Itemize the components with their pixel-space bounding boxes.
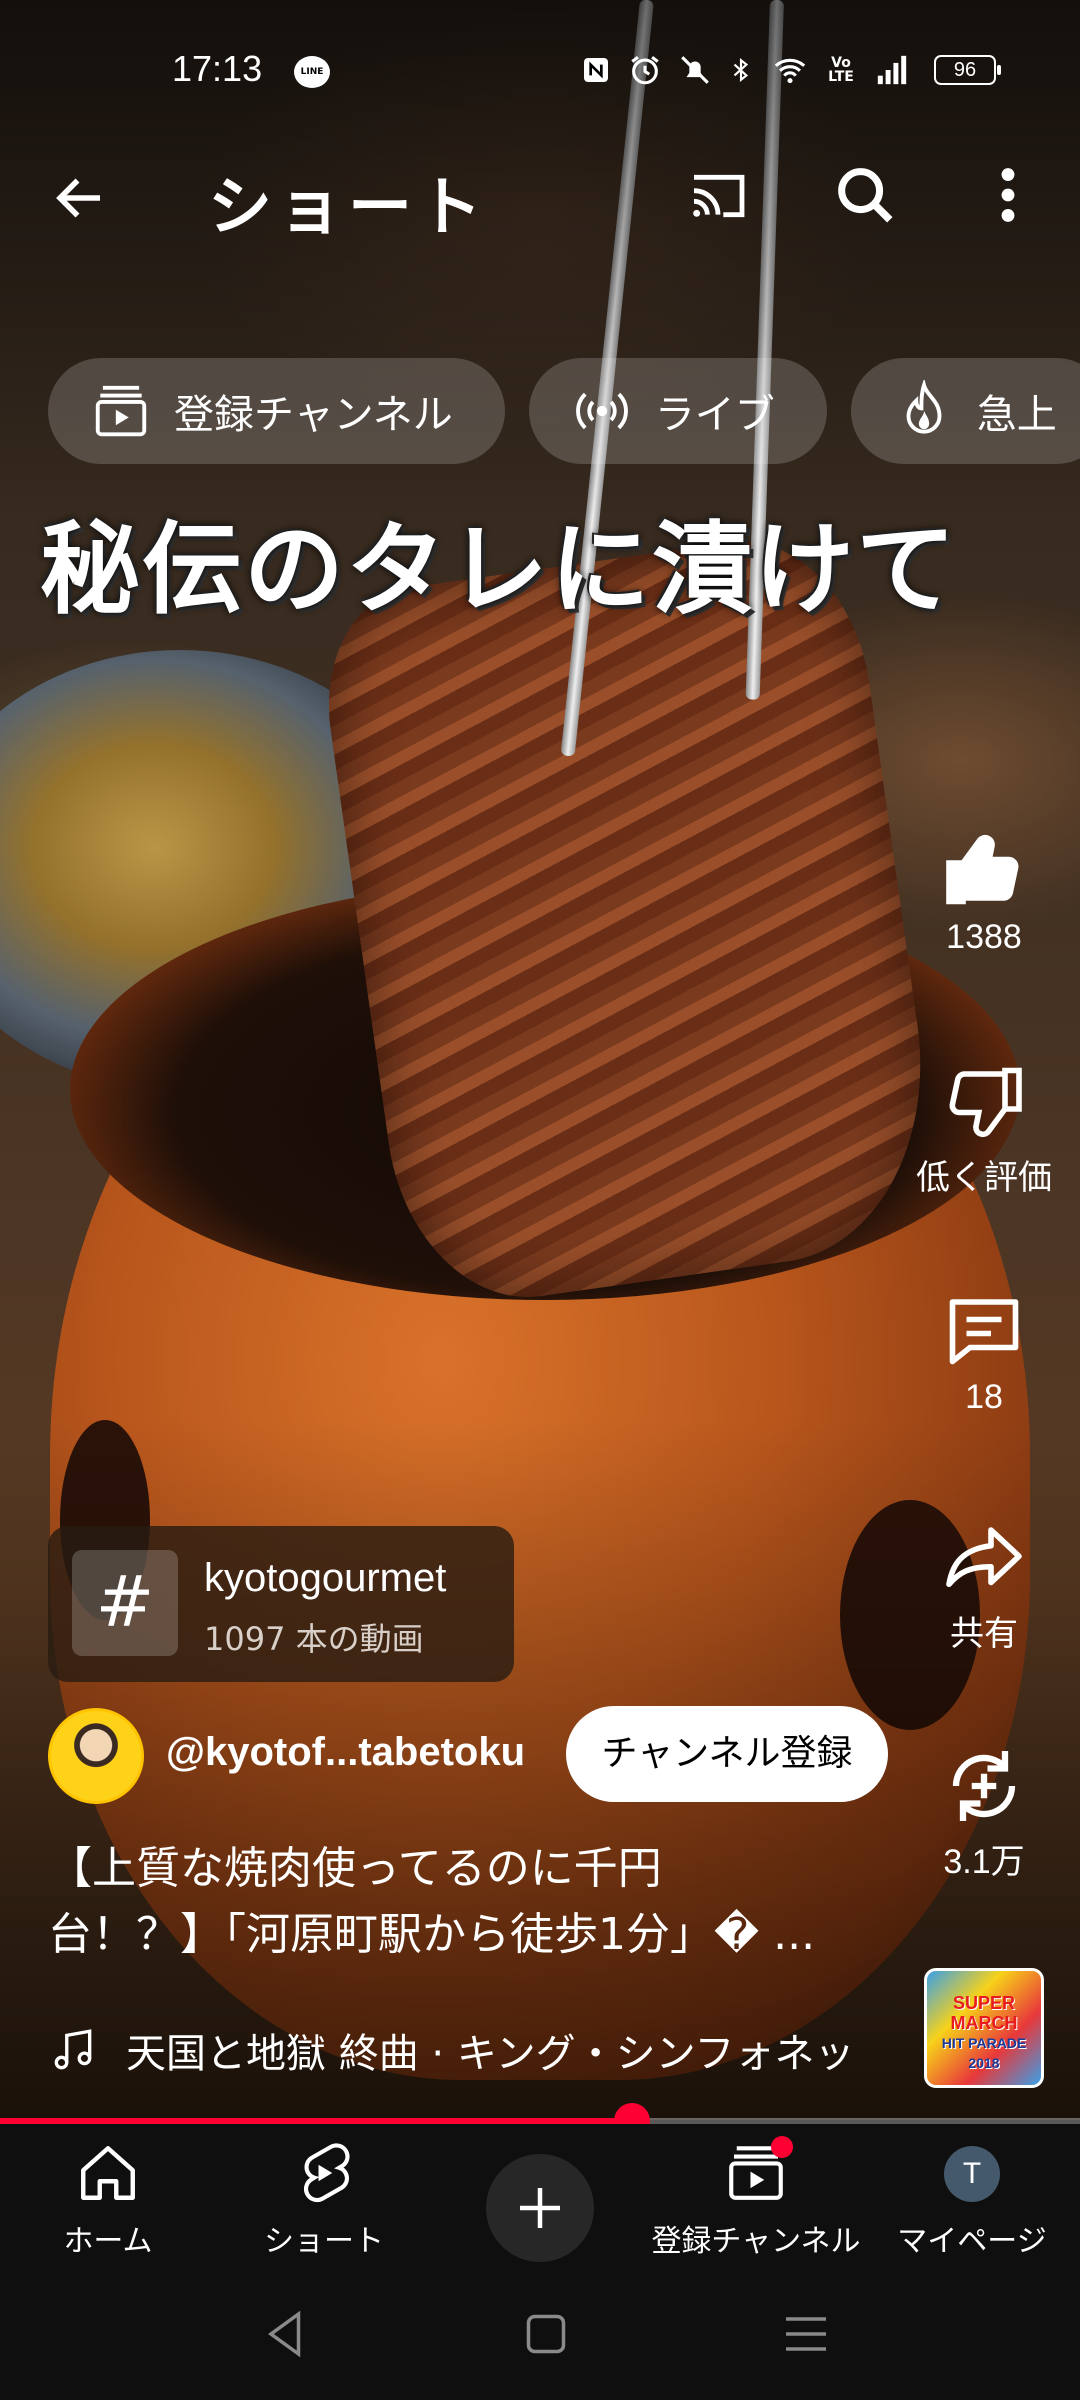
- album-art-line: MARCH: [950, 2013, 1018, 2033]
- line-app-icon: LINE: [294, 56, 330, 88]
- channel-handle[interactable]: @kyotof...tabetoku: [166, 1730, 525, 1775]
- search-icon[interactable]: [830, 160, 900, 230]
- nav-profile[interactable]: T マイページ: [864, 2140, 1080, 2260]
- app-header: ショート: [0, 140, 1080, 250]
- chip-trending[interactable]: 急上: [850, 358, 1080, 464]
- filter-chips: 登録チャンネル ライブ 急上: [48, 358, 1080, 464]
- music-title: 天国と地獄 終曲 · キング・シンフォネッ: [126, 2031, 855, 2077]
- remix-icon: [952, 1751, 1016, 1821]
- nav-label: 登録チャンネル: [651, 2224, 861, 2259]
- comments-button[interactable]: 18: [904, 1288, 1064, 1417]
- system-nav-bar: [0, 2264, 1080, 2400]
- nav-label: マイページ: [897, 2224, 1047, 2259]
- music-row[interactable]: 天国と地獄 終曲 · キング・シンフォネッ: [48, 2020, 926, 2080]
- nfc-icon: [584, 58, 608, 82]
- profile-avatar: T: [944, 2146, 1000, 2202]
- system-recents-icon[interactable]: [776, 2304, 836, 2364]
- album-art-line: SUPER: [952, 1993, 1015, 2013]
- share-label: 共有: [950, 1615, 1018, 1653]
- thumb-down-icon: [949, 1067, 1022, 1138]
- live-icon: [575, 392, 628, 430]
- subscribe-button[interactable]: チャンネル登録: [566, 1706, 888, 1802]
- channel-avatar[interactable]: [48, 1708, 144, 1804]
- battery-icon: 96: [934, 55, 1001, 85]
- create-button[interactable]: [486, 2154, 594, 2262]
- description-line: 台！？】「河原町駅から徒歩1分」� ...: [48, 1909, 816, 1960]
- alarm-icon: [631, 56, 659, 85]
- video-description[interactable]: 【上質な焼肉使ってるのに千円 台！？】「河原町駅から徒歩1分」� ...: [48, 1836, 908, 1968]
- chip-live[interactable]: ライブ: [528, 358, 827, 464]
- more-vert-icon[interactable]: [984, 160, 1032, 230]
- system-home-icon[interactable]: [516, 2304, 576, 2364]
- share-icon: [946, 1527, 1022, 1588]
- chip-subscriptions[interactable]: 登録チャンネル: [48, 358, 505, 464]
- page-title: ショート: [208, 171, 488, 245]
- video-meat: [312, 525, 948, 1315]
- remix-count: 3.1万: [943, 1843, 1025, 1881]
- comment-count: 18: [965, 1378, 1003, 1416]
- signal-icon: [877, 55, 907, 85]
- plus-icon: [520, 2188, 560, 2228]
- subscriptions-icon: [95, 385, 147, 437]
- comment-icon: [949, 1299, 1019, 1365]
- back-arrow-icon[interactable]: [50, 168, 110, 228]
- volte-icon: Vo LTE: [828, 55, 854, 85]
- trending-icon: [906, 380, 942, 434]
- bottom-nav: ホーム ショート 登録チャンネル T マイページ: [0, 2124, 1080, 2264]
- album-art-line: 2018: [968, 2055, 1000, 2071]
- chip-label: 登録チャンネル: [174, 392, 453, 438]
- dislike-label: 低く評価: [916, 1159, 1052, 1197]
- nav-shorts[interactable]: ショート: [216, 2140, 432, 2260]
- thumb-up-icon: [946, 834, 1019, 905]
- wifi-icon: [774, 58, 806, 84]
- status-bar: 17:13 LINE Vo LTE 96: [0, 0, 1080, 140]
- album-art-line: HIT PARADE: [941, 2035, 1027, 2051]
- hashtag-card[interactable]: # kyotogourmet 1097 本の動画: [48, 1526, 514, 1682]
- music-note-icon: [54, 2029, 92, 2070]
- like-count: 1388: [946, 918, 1022, 956]
- remix-button[interactable]: 3.1万: [904, 1744, 1064, 1883]
- cast-icon[interactable]: [686, 164, 750, 228]
- bluetooth-icon: [733, 57, 749, 83]
- status-time: 17:13: [172, 48, 263, 89]
- status-icons: Vo LTE 96: [580, 50, 1001, 90]
- hashtag-icon: #: [72, 1550, 178, 1656]
- nav-label: ホーム: [63, 2224, 153, 2259]
- nav-subscriptions[interactable]: 登録チャンネル: [648, 2136, 864, 2260]
- nav-label: ショート: [264, 2224, 384, 2259]
- description-line: 【上質な焼肉使ってるのに千円: [48, 1843, 662, 1894]
- share-button[interactable]: 共有: [904, 1516, 1064, 1655]
- hashtag-title: kyotogourmet: [204, 1556, 447, 1600]
- shorts-icon: [304, 2143, 350, 2203]
- dislike-button[interactable]: 低く評価: [904, 1060, 1064, 1199]
- home-icon: [81, 2146, 135, 2200]
- nav-home[interactable]: ホーム: [0, 2140, 216, 2260]
- video-overlay-caption: 秘伝のタレに漬けて: [40, 510, 958, 628]
- system-back-icon[interactable]: [256, 2304, 316, 2364]
- notification-dot: [771, 2136, 793, 2158]
- hashtag-video-count: 1097 本の動画: [204, 1620, 424, 1658]
- like-button[interactable]: 1388: [904, 828, 1064, 957]
- album-art-thumbnail[interactable]: SUPER MARCH HIT PARADE 2018: [924, 1968, 1044, 2088]
- chip-label: 急上: [976, 392, 1057, 438]
- mute-icon: [681, 56, 709, 84]
- chip-label: ライブ: [654, 392, 775, 438]
